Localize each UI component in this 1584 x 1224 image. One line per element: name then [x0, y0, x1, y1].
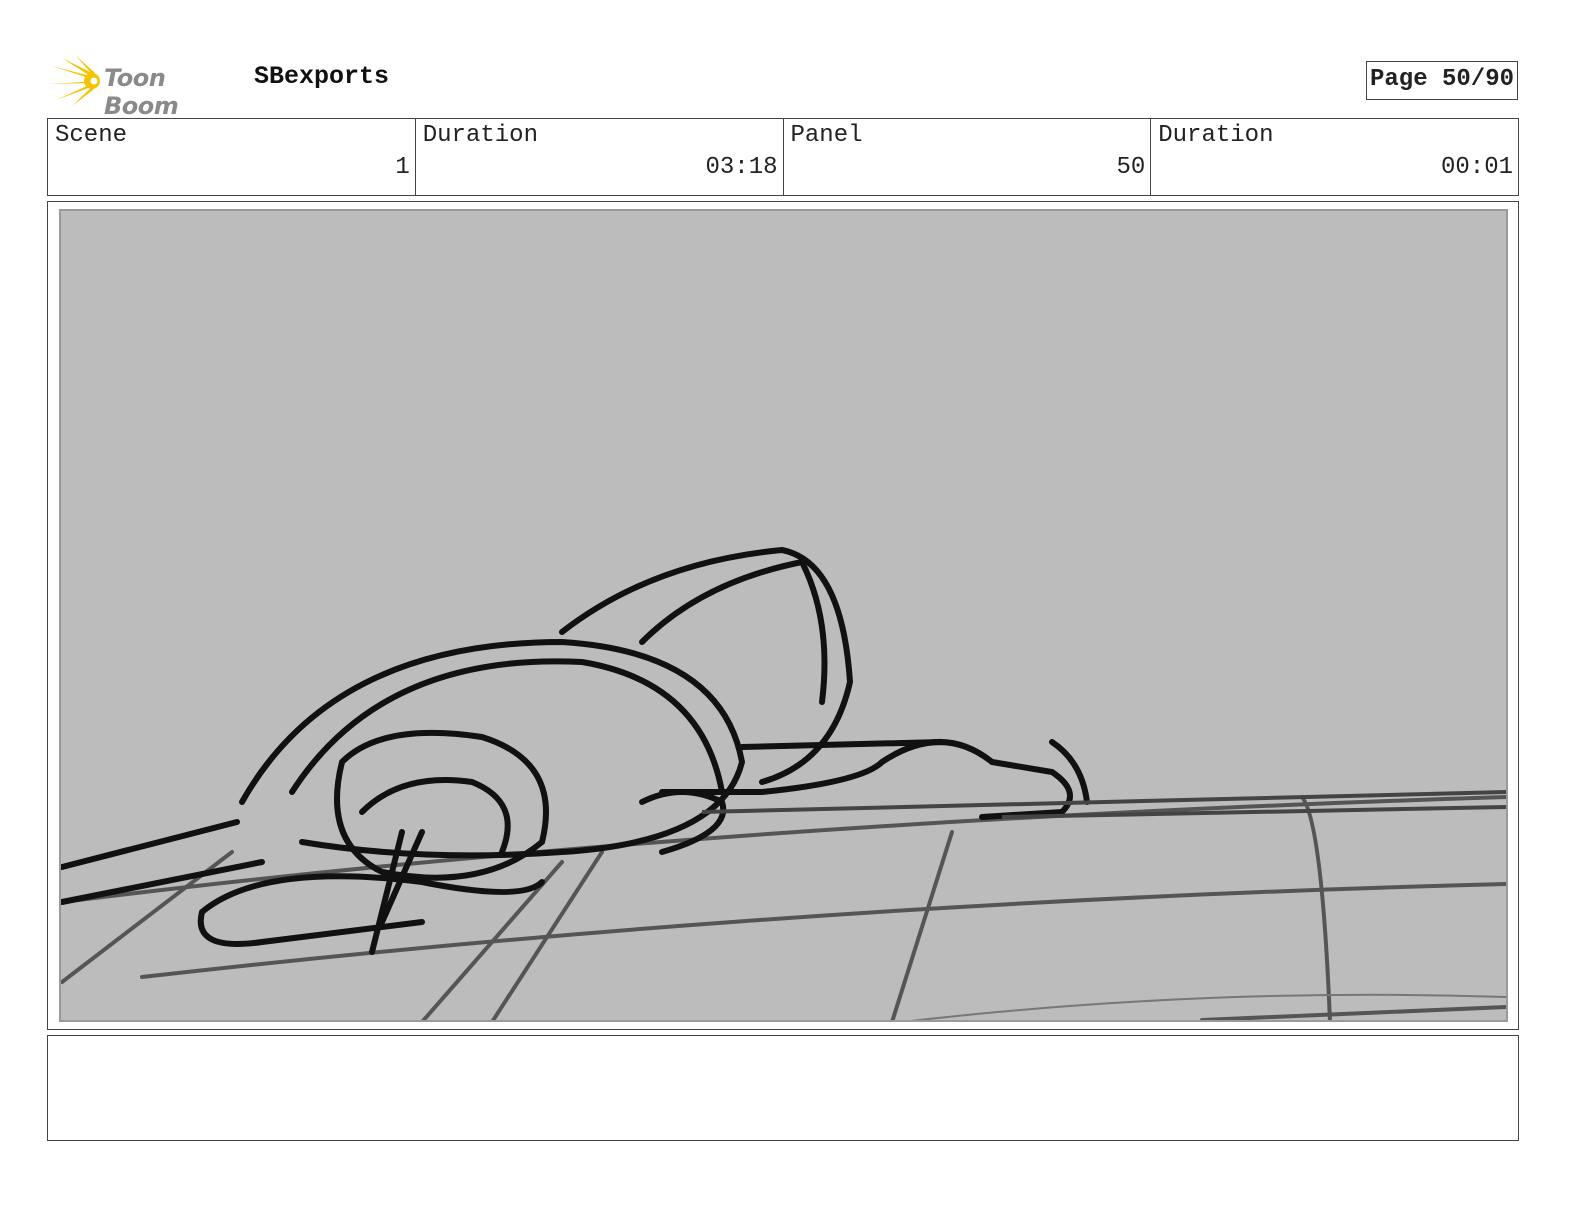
panel-duration-cell: Duration 00:01 — [1151, 119, 1518, 195]
scene-duration-value: 03:18 — [705, 154, 778, 181]
page-number: Page 50/90 — [1366, 61, 1518, 100]
panel-label: Panel — [790, 122, 863, 149]
toon-boom-logo: Toon Boom — [50, 56, 240, 120]
scene-value: 1 — [395, 154, 410, 181]
panel-value: 50 — [1116, 154, 1146, 181]
panel-duration-value: 00:01 — [1440, 154, 1513, 181]
panel-duration-label: Duration — [1158, 122, 1274, 149]
panel-info-table: Scene 1 Duration 03:18 Panel 50 Duration 00:… — [47, 118, 1519, 196]
storyboard-panel-image — [59, 209, 1508, 1022]
scene-duration-cell: Duration 03:18 — [416, 119, 784, 195]
scene-label: Scene — [55, 122, 128, 149]
scene-duration-label: Duration — [422, 122, 538, 149]
logo-text: Toon Boom — [104, 64, 179, 120]
panel-cell: Panel 50 — [784, 119, 1152, 195]
panel-notes-box — [47, 1035, 1519, 1141]
star-burst-icon — [50, 56, 100, 106]
project-title: SBexports — [254, 62, 390, 91]
scene-cell: Scene 1 — [48, 119, 416, 195]
sketch-drawing — [61, 546, 1506, 1020]
